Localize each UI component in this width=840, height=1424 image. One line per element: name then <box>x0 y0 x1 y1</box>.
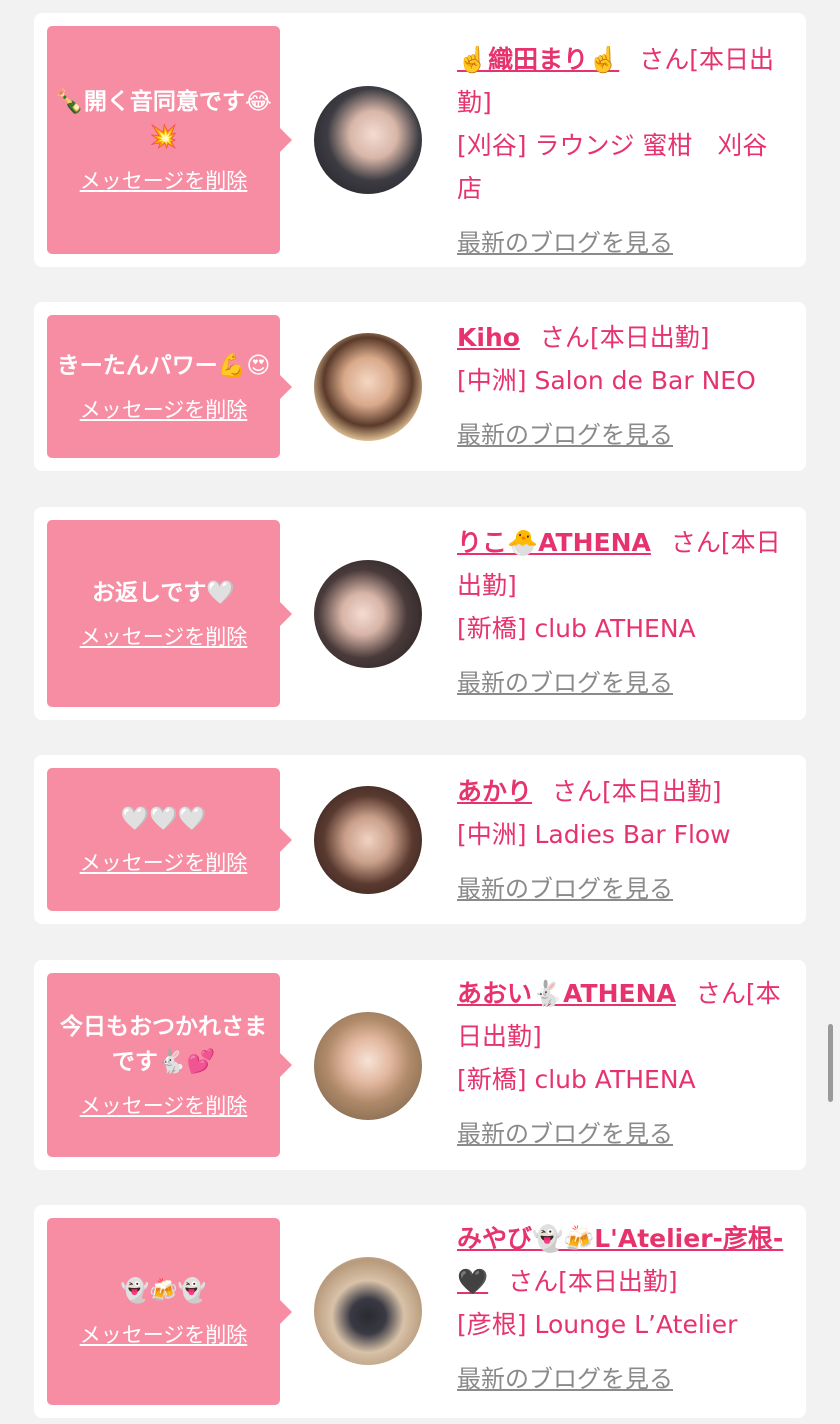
message-bubble: 🤍🤍🤍 メッセージを削除 <box>47 768 292 911</box>
delete-message-link[interactable]: メッセージを削除 <box>80 847 248 877</box>
avatar[interactable] <box>314 786 422 894</box>
message-text: 🍾開く音同意です😂💥 <box>55 89 272 150</box>
cast-name-link[interactable]: りこ🐣ATHENA <box>457 528 651 557</box>
cast-name-link[interactable]: Kiho <box>457 323 520 352</box>
avatar[interactable] <box>314 560 422 668</box>
message-card: きーたんパワー💪😍 メッセージを削除 Kiho さん[本日出勤] [中洲] Sal… <box>34 302 806 471</box>
message-text: 今日もおつかれさまです🐇💕 <box>60 1014 267 1075</box>
blog-link[interactable]: 最新のブログを見る <box>457 868 789 911</box>
message-text: きーたんパワー💪😍 <box>56 353 271 379</box>
delete-message-link[interactable]: メッセージを削除 <box>80 1090 248 1120</box>
honorific-label: さん <box>695 979 746 1008</box>
blog-link[interactable]: 最新のブログを見る <box>457 222 789 265</box>
message-card: 🍾開く音同意です😂💥 メッセージを削除 ☝️織田まり☝️ さん[本日出勤] [刈谷… <box>34 13 806 267</box>
cast-info: みやび👻🍻L'Atelier-彦根-🖤 さん[本日出勤] [彦根] Lounge … <box>457 1217 789 1401</box>
message-card: お返しです🤍 メッセージを削除 りこ🐣ATHENA さん[本日出勤] [新橋] c… <box>34 507 806 720</box>
message-list: 🍾開く音同意です😂💥 メッセージを削除 ☝️織田まり☝️ さん[本日出勤] [刈谷… <box>0 0 840 1424</box>
cast-info: Kiho さん[本日出勤] [中洲] Salon de Bar NEO 最新のブロ… <box>457 316 789 457</box>
avatar[interactable] <box>314 333 422 441</box>
delete-message-link[interactable]: メッセージを削除 <box>80 1319 248 1349</box>
blog-link[interactable]: 最新のブログを見る <box>457 414 789 457</box>
message-text: 🤍🤍🤍 <box>120 806 207 832</box>
cast-info: あかり さん[本日出勤] [中洲] Ladies Bar Flow 最新のブログを… <box>457 770 789 911</box>
blog-link[interactable]: 最新のブログを見る <box>457 662 789 705</box>
delete-message-link[interactable]: メッセージを削除 <box>80 165 248 195</box>
cast-info: りこ🐣ATHENA さん[本日出勤] [新橋] club ATHENA 最新のブロ… <box>457 521 789 705</box>
status-label: [本日出勤] <box>558 1267 678 1296</box>
message-bubble: きーたんパワー💪😍 メッセージを削除 <box>47 315 292 458</box>
blog-link[interactable]: 最新のブログを見る <box>457 1113 789 1156</box>
avatar[interactable] <box>314 1257 422 1365</box>
honorific-label: さん <box>539 323 590 352</box>
cast-name-link[interactable]: あかり <box>457 777 532 806</box>
avatar[interactable] <box>314 1012 422 1120</box>
shop-label: [新橋] club ATHENA <box>457 614 696 643</box>
avatar[interactable] <box>314 86 422 194</box>
shop-label: [中洲] Ladies Bar Flow <box>457 820 731 849</box>
message-bubble: 👻🍻👻 メッセージを削除 <box>47 1218 292 1405</box>
shop-label: [中洲] Salon de Bar NEO <box>457 366 756 395</box>
message-text: お返しです🤍 <box>92 580 235 606</box>
message-bubble: 🍾開く音同意です😂💥 メッセージを削除 <box>47 26 292 254</box>
shop-label: [刈谷] ラウンジ 蜜柑 刈谷店 <box>457 131 768 203</box>
blog-link[interactable]: 最新のブログを見る <box>457 1358 789 1401</box>
cast-name-link[interactable]: あおい🐇ATHENA <box>457 979 676 1008</box>
delete-message-link[interactable]: メッセージを削除 <box>80 394 248 424</box>
honorific-label: さん <box>670 528 721 557</box>
message-card: 今日もおつかれさまです🐇💕 メッセージを削除 あおい🐇ATHENA さん[本日出勤… <box>34 960 806 1170</box>
cast-info: ☝️織田まり☝️ さん[本日出勤] [刈谷] ラウンジ 蜜柑 刈谷店 最新のブログ… <box>457 38 789 265</box>
cast-name-link[interactable]: ☝️織田まり☝️ <box>457 45 619 74</box>
honorific-label: さん <box>552 777 603 806</box>
delete-message-link[interactable]: メッセージを削除 <box>80 621 248 651</box>
status-label: [本日出勤] <box>589 323 710 352</box>
status-label: [本日出勤] <box>602 777 722 806</box>
honorific-label: さん <box>639 45 690 74</box>
shop-label: [新橋] club ATHENA <box>457 1065 696 1094</box>
cast-info: あおい🐇ATHENA さん[本日出勤] [新橋] club ATHENA 最新のブ… <box>457 972 789 1156</box>
message-bubble: 今日もおつかれさまです🐇💕 メッセージを削除 <box>47 973 292 1157</box>
honorific-label: さん <box>508 1267 559 1296</box>
message-card: 🤍🤍🤍 メッセージを削除 あかり さん[本日出勤] [中洲] Ladies Bar… <box>34 755 806 924</box>
message-text: 👻🍻👻 <box>120 1278 207 1304</box>
message-bubble: お返しです🤍 メッセージを削除 <box>47 520 292 707</box>
message-card: 👻🍻👻 メッセージを削除 みやび👻🍻L'Atelier-彦根-🖤 さん[本日出勤]… <box>34 1205 806 1418</box>
scrollbar[interactable] <box>828 1024 833 1102</box>
shop-label: [彦根] Lounge L’Atelier <box>457 1310 738 1339</box>
